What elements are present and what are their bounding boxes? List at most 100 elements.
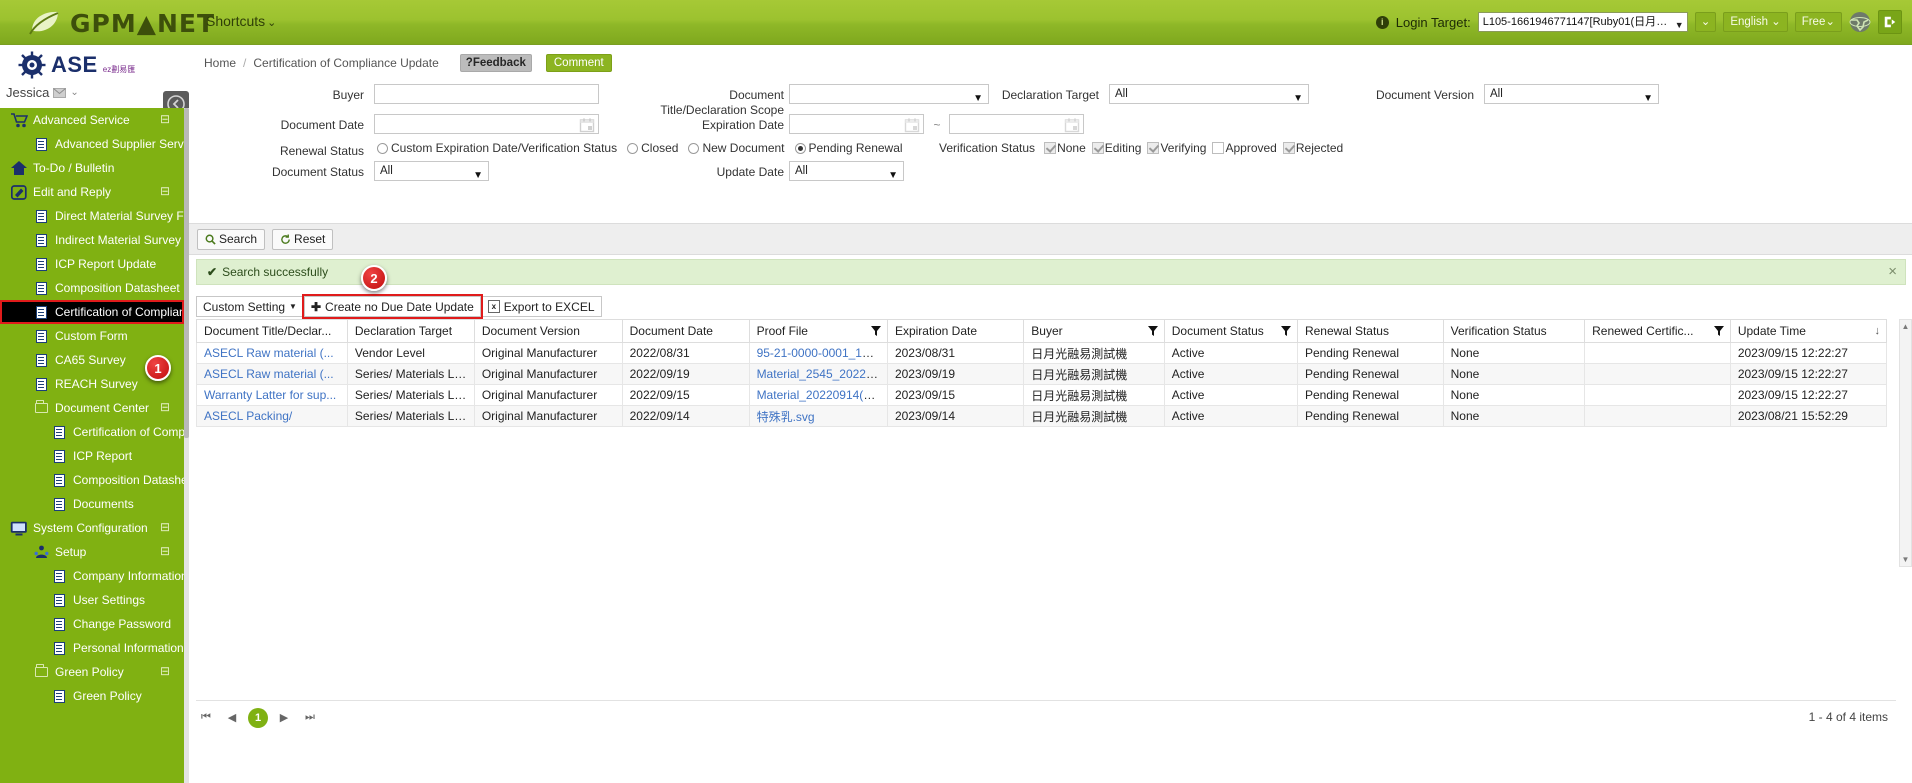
sidebar-item-user-settings[interactable]: User Settings bbox=[0, 588, 184, 612]
sidebar-item-green-policy[interactable]: Green Policy ⊟ bbox=[0, 660, 184, 684]
sidebar-item-advanced-service[interactable]: Advanced Service ⊟ bbox=[0, 108, 184, 132]
document-status-select[interactable]: All ▼ bbox=[374, 161, 489, 181]
renewal-option[interactable]: Pending Renewal bbox=[794, 141, 903, 155]
pager-next-button[interactable]: ▶ bbox=[274, 708, 294, 728]
pager-page-1[interactable]: 1 bbox=[248, 707, 268, 728]
table-row[interactable]: ASECL Raw material (... Vendor Level Origi… bbox=[196, 342, 1888, 364]
radio-icon[interactable] bbox=[688, 142, 700, 154]
pager-first-button[interactable]: ⏮ bbox=[196, 708, 216, 728]
table-row[interactable]: ASECL Raw material (... Series/ Materials… bbox=[196, 363, 1888, 385]
table-cell-link[interactable]: Material_2545_20220... bbox=[757, 367, 883, 381]
table-header-cell[interactable]: Expiration Date bbox=[887, 319, 1025, 343]
sidebar-item-documents[interactable]: Documents bbox=[0, 492, 184, 516]
search-button[interactable]: Search bbox=[197, 228, 266, 250]
export-to-excel-button[interactable]: x Export to EXCEL bbox=[480, 296, 602, 317]
calendar-icon[interactable] bbox=[904, 117, 920, 133]
table-cell-link[interactable]: ASECL Raw material (... bbox=[204, 346, 334, 360]
pager-last-button[interactable]: ⏭ bbox=[300, 708, 320, 728]
sidebar-item-indirect-material-survey[interactable]: Indirect Material Survey bbox=[0, 228, 184, 252]
table-header-cell[interactable]: Document Title/Declar... bbox=[196, 319, 348, 343]
custom-setting-button[interactable]: Custom Setting ▼ bbox=[196, 296, 304, 317]
checkbox-icon[interactable] bbox=[1044, 142, 1057, 154]
buyer-input[interactable] bbox=[374, 84, 599, 104]
filter-icon[interactable] bbox=[870, 326, 881, 337]
verification-option[interactable]: Rejected bbox=[1282, 141, 1343, 155]
sidebar-item-change-password[interactable]: Change Password bbox=[0, 612, 184, 636]
table-header-cell[interactable]: Document Date bbox=[622, 319, 750, 343]
login-dropdown-button[interactable]: ⌄ bbox=[1694, 12, 1717, 32]
table-cell-link[interactable]: Material_20220914(Pa... bbox=[757, 388, 887, 402]
table-cell-link[interactable]: Warranty Latter for sup... bbox=[204, 388, 336, 402]
table-cell-link[interactable]: ASECL Raw material (... bbox=[204, 367, 334, 381]
sidebar-item-composition-datasheet[interactable]: Composition Datasheet bbox=[0, 468, 184, 492]
logout-button[interactable] bbox=[1878, 10, 1902, 34]
table-cell-link[interactable]: 95-21-0000-0001_10_... bbox=[757, 346, 886, 360]
shortcuts-menu[interactable]: Shortcuts ⌄ bbox=[200, 11, 282, 35]
document-version-select[interactable]: All ▼ bbox=[1484, 84, 1659, 104]
expiration-date-to-input[interactable] bbox=[949, 114, 1084, 134]
table-header-cell[interactable]: Buyer bbox=[1023, 319, 1165, 343]
table-row[interactable]: ASECL Packing/Series/ Materials Level Ori… bbox=[196, 405, 1888, 427]
reset-button[interactable]: Reset bbox=[272, 228, 334, 250]
calendar-icon[interactable] bbox=[579, 117, 595, 133]
scroll-down-icon[interactable]: ▼ bbox=[1900, 553, 1911, 566]
table-header-cell[interactable]: Renewal Status bbox=[1297, 319, 1444, 343]
checkbox-icon[interactable] bbox=[1147, 142, 1160, 154]
breadcrumb-home[interactable]: Home bbox=[204, 56, 236, 70]
sidebar-item-composition-datasheet-update[interactable]: Composition Datasheet Update bbox=[0, 276, 184, 300]
radio-icon[interactable] bbox=[627, 142, 639, 154]
feedback-button[interactable]: ?Feedback bbox=[459, 54, 532, 72]
sidebar-item-direct-material-survey-form[interactable]: Direct Material Survey Form bbox=[0, 204, 184, 228]
plan-button[interactable]: Free ⌄ bbox=[1794, 12, 1842, 32]
sort-arrow-icon[interactable]: ↓ bbox=[1875, 325, 1881, 337]
table-header-cell[interactable]: Proof File bbox=[749, 319, 888, 343]
checkbox-icon[interactable] bbox=[1212, 142, 1225, 154]
user-menu[interactable]: Jessica ⌄ bbox=[6, 85, 79, 100]
verification-option[interactable]: None bbox=[1044, 141, 1086, 155]
renewal-option[interactable]: New Document bbox=[688, 141, 785, 155]
checkbox-icon[interactable] bbox=[1091, 142, 1104, 154]
sidebar-item-toggle[interactable]: ⊟ bbox=[160, 401, 170, 413]
filter-icon[interactable] bbox=[1280, 326, 1291, 337]
radio-icon[interactable] bbox=[794, 142, 806, 154]
document-date-input[interactable] bbox=[374, 114, 599, 134]
declaration-target-select[interactable]: All ▼ bbox=[1109, 84, 1309, 104]
table-header-cell[interactable]: Update Time ↓ bbox=[1730, 319, 1888, 343]
sidebar-item-certification-of-compliance-update[interactable]: Certification of Compliance Update bbox=[0, 300, 184, 324]
sidebar-item-company-information[interactable]: Company Information bbox=[0, 564, 184, 588]
sidebar-item-document-center[interactable]: Document Center ⊟ bbox=[0, 396, 184, 420]
create-no-due-date-update-button[interactable]: ✚ Create no Due Date Update bbox=[301, 294, 483, 319]
close-icon[interactable]: × bbox=[1888, 263, 1897, 280]
grid-scrollbar[interactable]: ▲ ▼ bbox=[1899, 319, 1912, 567]
sidebar-item-to-do-bulletin[interactable]: To-Do / Bulletin bbox=[0, 156, 184, 180]
verification-option[interactable]: Verifying bbox=[1147, 141, 1206, 155]
verification-option[interactable]: Approved bbox=[1212, 141, 1277, 155]
table-header-cell[interactable]: Renewed Certific... bbox=[1584, 319, 1731, 343]
pager-prev-button[interactable]: ◀ bbox=[222, 708, 242, 728]
sidebar-item-setup[interactable]: Setup ⊟ bbox=[0, 540, 184, 564]
sidebar-item-toggle[interactable]: ⊟ bbox=[160, 545, 170, 557]
sidebar-item-certification-of-compliance[interactable]: Certification of Compliance bbox=[0, 420, 184, 444]
sidebar-item-toggle[interactable]: ⊟ bbox=[160, 665, 170, 677]
verification-option[interactable]: Editing bbox=[1091, 141, 1141, 155]
sidebar-item-toggle[interactable]: ⊟ bbox=[160, 185, 170, 197]
table-cell-link[interactable]: 特殊乳.svg bbox=[757, 410, 815, 424]
sidebar-item-toggle[interactable]: ⊟ bbox=[160, 113, 170, 125]
filter-icon[interactable] bbox=[1147, 326, 1158, 337]
sidebar-item-edit-and-reply[interactable]: Edit and Reply ⊟ bbox=[0, 180, 184, 204]
sidebar-item-icp-report-update[interactable]: ICP Report Update bbox=[0, 252, 184, 276]
login-target-select[interactable]: L105-1661946771147[Ruby01(日月光融易... ▼ bbox=[1477, 12, 1688, 32]
sidebar-item-advanced-supplier-service[interactable]: Advanced Supplier Service bbox=[0, 132, 184, 156]
scroll-up-icon[interactable]: ▲ bbox=[1900, 320, 1911, 333]
language-button[interactable]: English ⌄ bbox=[1723, 12, 1788, 32]
update-date-select[interactable]: All ▼ bbox=[789, 161, 904, 181]
calendar-icon[interactable] bbox=[1064, 117, 1080, 133]
table-cell-link[interactable]: ASECL Packing/ bbox=[204, 409, 292, 423]
comment-button[interactable]: Comment bbox=[545, 54, 612, 72]
sidebar-item-toggle[interactable]: ⊟ bbox=[160, 521, 170, 533]
renewal-option[interactable]: Custom Expiration Date/Verification Stat… bbox=[377, 141, 617, 155]
checkbox-icon[interactable] bbox=[1282, 142, 1295, 154]
table-row[interactable]: Warranty Latter for sup... Series/ Materi… bbox=[196, 384, 1888, 406]
table-header-cell[interactable]: Declaration Target bbox=[347, 319, 475, 343]
table-header-cell[interactable]: Verification Status bbox=[1443, 319, 1586, 343]
